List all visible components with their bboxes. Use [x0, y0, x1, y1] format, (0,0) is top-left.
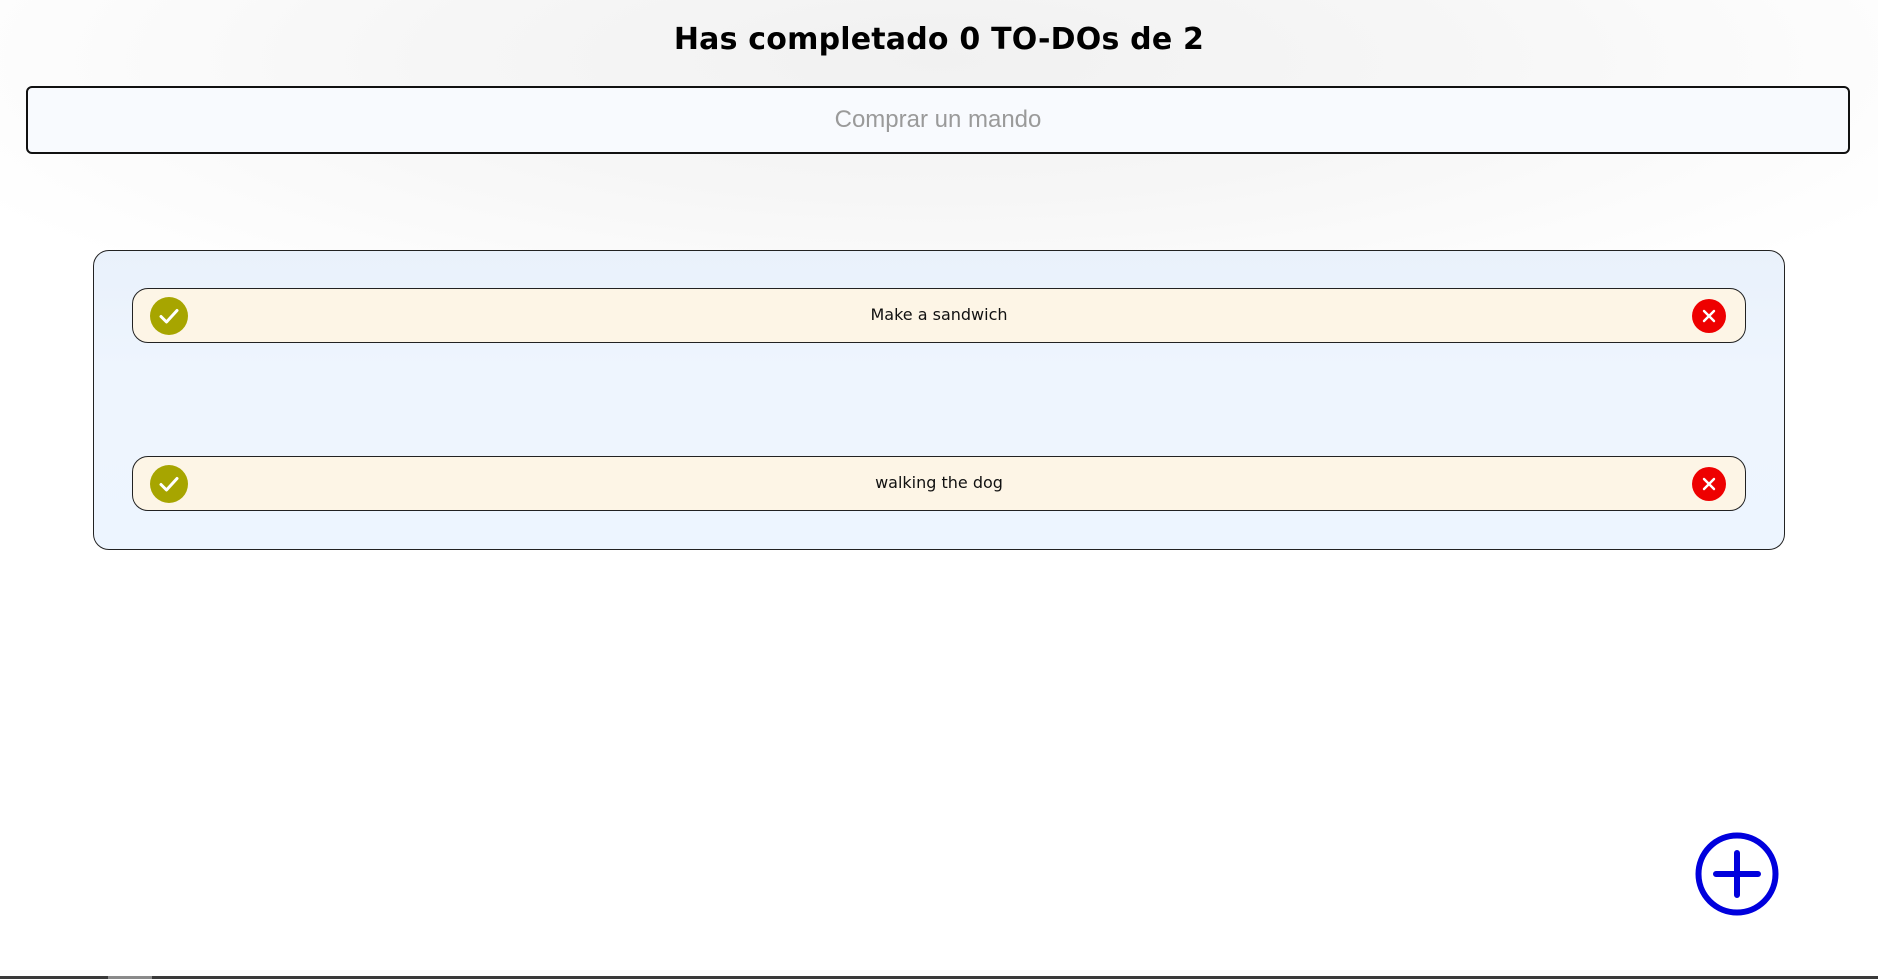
check-icon: [159, 309, 179, 324]
complete-todo-button[interactable]: [150, 297, 188, 335]
delete-todo-button[interactable]: [1692, 299, 1726, 333]
complete-todo-button[interactable]: [150, 465, 188, 503]
new-todo-input[interactable]: [26, 86, 1850, 154]
todo-list: Make a sandwich walking the dog: [93, 250, 1785, 550]
close-icon: [1702, 477, 1716, 491]
add-todo-button[interactable]: [1694, 831, 1780, 917]
todo-text: Make a sandwich: [870, 305, 1008, 324]
delete-todo-button[interactable]: [1692, 467, 1726, 501]
todo-app: Has completado 0 TO-DOs de 2 Make a sand…: [0, 0, 1878, 979]
plus-circle-icon: [1695, 832, 1779, 916]
page-title: Has completado 0 TO-DOs de 2: [673, 22, 1205, 57]
todo-item: Make a sandwich: [132, 288, 1746, 343]
check-icon: [159, 477, 179, 492]
todo-item: walking the dog: [132, 456, 1746, 511]
todo-text: walking the dog: [875, 473, 1003, 492]
close-icon: [1702, 309, 1716, 323]
